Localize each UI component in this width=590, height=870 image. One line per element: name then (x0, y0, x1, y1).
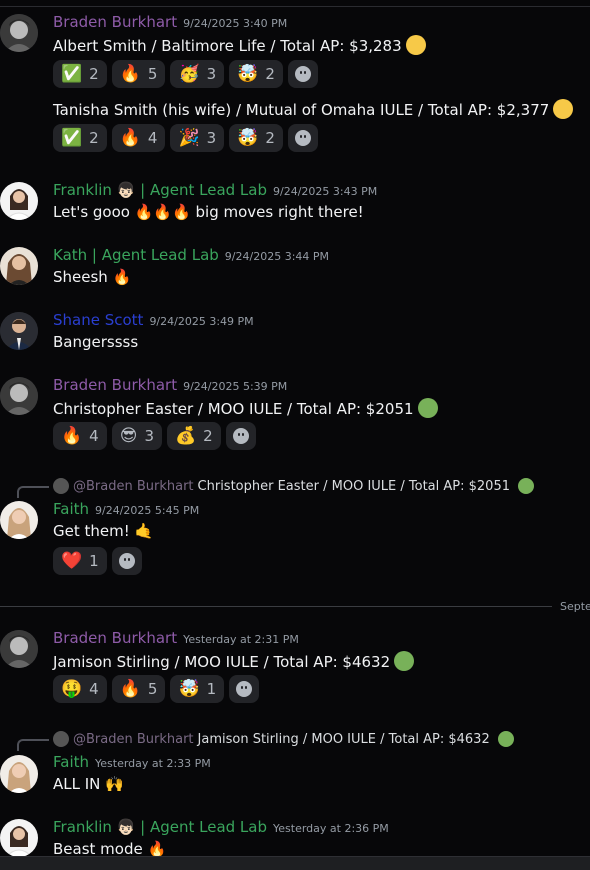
timestamp: 9/24/2025 3:43 PM (273, 185, 378, 198)
reply-author[interactable]: @Braden Burkhart (73, 732, 194, 747)
reactions: ✅ 2 🔥 5 🥳 3 🤯 2 (53, 60, 318, 88)
avatar[interactable] (0, 501, 38, 539)
yellow-circle-icon (553, 99, 574, 119)
author-name[interactable]: Braden Burkhart (53, 13, 177, 31)
avatar[interactable] (0, 755, 38, 793)
reaction[interactable]: 🤯 2 (229, 60, 283, 88)
author-name[interactable]: Franklin 👦🏻 | Agent Lead Lab (53, 818, 267, 836)
reply-text: Christopher Easter / MOO IULE / Total AP… (197, 478, 510, 494)
add-reaction-icon (118, 553, 135, 569)
author-name[interactable]: Braden Burkhart (53, 376, 177, 394)
timestamp: 9/24/2025 3:49 PM (149, 315, 254, 328)
reaction[interactable]: 😎 3 (111, 422, 162, 450)
reaction[interactable]: 🔥 5 (111, 675, 166, 703)
reaction[interactable]: 🤑 4 (53, 675, 107, 703)
reaction[interactable]: 🔥 4 (111, 124, 166, 152)
reaction[interactable]: 🤯 2 (229, 124, 283, 152)
avatar[interactable] (0, 14, 38, 52)
timestamp: Yesterday at 2:31 PM (183, 633, 299, 646)
reaction[interactable]: ❤️ 1 (53, 547, 107, 575)
reply-avatar (53, 478, 69, 494)
reaction[interactable]: 🥳 3 (170, 60, 225, 88)
green-circle-icon (497, 731, 514, 747)
add-reaction-icon (294, 130, 311, 146)
reaction[interactable]: 🔥 5 (111, 60, 166, 88)
add-reaction-button[interactable] (229, 675, 260, 703)
reactions: 🤑 4 🔥 5 🤯 1 (53, 675, 260, 703)
add-reaction-icon (294, 66, 311, 82)
avatar[interactable] (0, 247, 38, 285)
composer-edge (0, 856, 590, 870)
reactions: 🔥 4 😎 3 💰 2 (53, 422, 256, 450)
date-divider-label: Septe (560, 600, 590, 613)
yellow-circle-icon (405, 35, 426, 55)
top-divider (0, 6, 590, 7)
reply-avatar (53, 731, 69, 747)
author-name[interactable]: Faith (53, 753, 89, 771)
timestamp: 9/24/2025 5:39 PM (183, 380, 288, 393)
reactions: ❤️ 1 (53, 547, 142, 575)
message-text: Get them! 🤙 (53, 522, 154, 540)
message-text: Christopher Easter / MOO IULE / Total AP… (53, 398, 438, 418)
message-text: Tanisha Smith (his wife) / Mutual of Oma… (53, 99, 574, 119)
add-reaction-button[interactable] (111, 547, 142, 575)
green-circle-icon (518, 478, 534, 494)
reply-preview[interactable]: @Braden Burkhart Christopher Easter / MO… (53, 478, 534, 494)
message-text: Let's gooo 🔥🔥🔥 big moves right there! (53, 203, 364, 221)
avatar[interactable] (0, 182, 38, 220)
reaction[interactable]: ✅ 2 (53, 60, 107, 88)
timestamp: 9/24/2025 5:45 PM (95, 504, 200, 517)
author-name[interactable]: Faith (53, 500, 89, 518)
reply-spine (17, 739, 49, 751)
author-name[interactable]: Kath | Agent Lead Lab (53, 246, 219, 264)
reaction[interactable]: 🎉 3 (170, 124, 225, 152)
message-text: Sheesh 🔥 (53, 268, 132, 286)
date-divider (0, 606, 552, 607)
reply-text: Jamison Stirling / MOO IULE / Total AP: … (197, 731, 490, 747)
author-name[interactable]: Braden Burkhart (53, 629, 177, 647)
reaction[interactable]: 🔥 4 (53, 422, 107, 450)
reaction[interactable]: 💰 2 (167, 422, 221, 450)
message-text: Jamison Stirling / MOO IULE / Total AP: … (53, 651, 415, 671)
add-reaction-icon (236, 681, 253, 697)
green-circle-icon (394, 651, 415, 671)
reply-spine (17, 486, 49, 498)
author-name[interactable]: Franklin 👦🏻 | Agent Lead Lab (53, 181, 267, 199)
reply-preview[interactable]: @Braden Burkhart Jamison Stirling / MOO … (53, 731, 514, 747)
message-text: Albert Smith / Baltimore Life / Total AP… (53, 35, 426, 55)
avatar[interactable] (0, 819, 38, 857)
timestamp: 9/24/2025 3:40 PM (183, 17, 288, 30)
add-reaction-icon (232, 428, 249, 444)
author-name[interactable]: Shane Scott (53, 311, 143, 329)
message-text: Bangerssss (53, 333, 139, 351)
avatar[interactable] (0, 630, 38, 668)
add-reaction-button[interactable] (225, 422, 256, 450)
green-circle-icon (417, 398, 438, 418)
message-text: ALL IN 🙌 (53, 775, 124, 793)
reply-author[interactable]: @Braden Burkhart (73, 479, 194, 494)
avatar[interactable] (0, 377, 38, 415)
timestamp: Yesterday at 2:33 PM (95, 757, 211, 770)
add-reaction-button[interactable] (287, 124, 318, 152)
reaction[interactable]: 🤯 1 (170, 675, 225, 703)
avatar[interactable] (0, 312, 38, 350)
timestamp: Yesterday at 2:36 PM (273, 822, 389, 835)
reactions: ✅ 2 🔥 4 🎉 3 🤯 2 (53, 124, 318, 152)
reaction[interactable]: ✅ 2 (53, 124, 107, 152)
add-reaction-button[interactable] (287, 60, 318, 88)
timestamp: 9/24/2025 3:44 PM (224, 250, 330, 263)
